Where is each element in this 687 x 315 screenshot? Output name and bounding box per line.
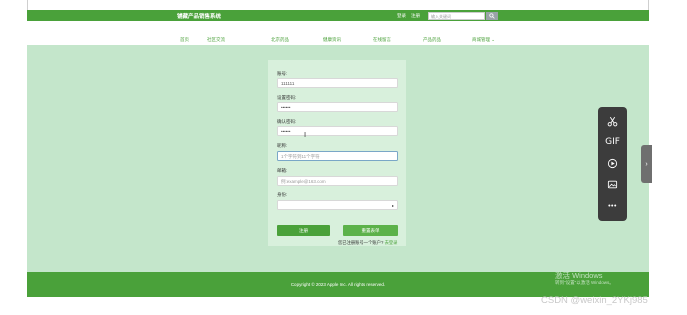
nav-bar: 首页 社区交流 北京药品 健康资讯 在线留言 产品药品 商城管理 ⌄ [27,21,649,45]
login-hint: 您已注册账号一个账户? 去登录 [338,240,397,246]
account-label: 账号: [277,71,288,76]
account-input[interactable]: 111111 [277,78,398,88]
more-icon: ••• [608,202,617,210]
chevron-down-icon: ⌄ [491,37,496,42]
search-button[interactable] [486,11,498,20]
register-link[interactable]: 注册 [411,13,420,19]
confirm-password-label: 确认密码: [277,119,297,124]
gif-icon: GIF [605,137,620,147]
role-label: 身份: [277,192,288,197]
confirm-password-input[interactable]: •••••• [277,126,398,136]
email-label: 邮箱: [277,168,288,173]
more-button[interactable]: ••• [598,196,627,216]
role-select[interactable]: ▸ [277,200,398,210]
nav-item-products[interactable]: 产品药品 [423,37,441,43]
search-input[interactable]: 输入关键词 [428,11,485,20]
nav-item-home[interactable]: 首页 [180,37,189,43]
email-field[interactable]: 例:example@163.com [277,176,398,186]
dropdown-arrow-icon: ▸ [391,203,394,208]
side-expand-tab[interactable]: › [641,145,652,183]
nav-item-mall-admin[interactable]: 商城管理 ⌄ [472,37,495,43]
reset-button[interactable]: 重置表单 [343,225,398,236]
login-link[interactable]: 登录 [397,13,406,19]
go-login-link[interactable]: 去登录 [385,240,398,245]
image-icon [607,180,618,188]
text-cursor-icon: I [304,131,307,139]
search-icon [489,12,495,19]
password-input[interactable]: •••••• [277,102,398,112]
screenshot-toolbar: GIF ••• [598,107,627,221]
register-form: 账号: 111111 设置密码: •••••• 确认密码: •••••• 昵称:… [268,60,406,246]
nickname-label: 昵称: [277,143,288,148]
nav-item-mall-admin-label: 商城管理 [472,37,490,42]
nav-item-community[interactable]: 社区交流 [207,37,225,43]
activate-windows-subtext: 转到"设置"以激活 Windows。 [555,280,614,285]
image-button[interactable] [598,174,627,194]
scissors-icon [607,116,618,126]
top-bar: 铺藏产品销售系统 登录 注册 输入关键词 [27,10,649,21]
gif-button[interactable]: GIF [598,132,627,152]
password-label: 设置密码: [277,95,297,100]
nav-item-health-news[interactable]: 健康资讯 [323,37,341,43]
scissors-button[interactable] [598,111,627,131]
record-button[interactable] [598,153,627,173]
nav-item-messages[interactable]: 在线留言 [373,37,391,43]
record-icon [607,158,618,168]
site-title: 铺藏产品销售系统 [177,14,222,20]
page: 铺藏产品销售系统 登录 注册 输入关键词 首页 社区交流 北京药品 健康资讯 在… [27,10,649,297]
register-button[interactable]: 注册 [277,225,330,236]
login-hint-text: 您已注册账号一个账户? [338,240,384,245]
nickname-input[interactable]: 1个字符到11个字符 [277,151,398,161]
chevron-right-icon: › [645,160,648,168]
csdn-watermark: CSDN @weixin_2YKj985 [541,295,648,306]
nav-item-medicine[interactable]: 北京药品 [271,37,289,43]
